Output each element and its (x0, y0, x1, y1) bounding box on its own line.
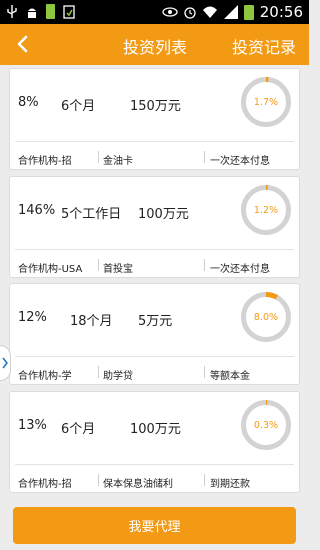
repayment-type: 等额本金 (210, 371, 250, 382)
divider (204, 151, 205, 163)
partner-org: 合作机构-招 (18, 156, 72, 167)
progress-label: 8.0% (253, 311, 279, 323)
progress-ring: 1.2% (240, 184, 292, 236)
term: 6个月 (61, 422, 96, 437)
repayment-type: 一次还本付息 (210, 264, 270, 275)
repayment-type: 一次还本付息 (210, 156, 270, 167)
annual-rate: 146% (18, 203, 56, 218)
signal-icon (223, 5, 238, 19)
divider (204, 366, 205, 378)
clock: 20:56 (259, 3, 303, 21)
amount: 150万元 (130, 99, 181, 114)
divider (204, 474, 205, 486)
amount: 100万元 (138, 207, 189, 222)
status-bar: 20:56 (0, 0, 309, 24)
annual-rate: 8% (18, 95, 39, 110)
eye-icon (162, 7, 178, 17)
notification-icon (63, 4, 75, 19)
divider (98, 259, 99, 271)
repayment-type: 到期还款 (210, 479, 250, 490)
battery-small-icon (46, 4, 55, 19)
progress-ring: 1.7% (240, 76, 292, 128)
divider (98, 474, 99, 486)
chevron-left-icon (17, 35, 28, 53)
amount: 100万元 (130, 422, 181, 437)
usb-icon (7, 4, 17, 18)
divider (98, 151, 99, 163)
progress-ring: 8.0% (240, 291, 292, 343)
partner-org: 合作机构-招 (18, 479, 72, 490)
product-name: 助学贷 (103, 371, 133, 382)
term: 5个工作日 (61, 207, 122, 222)
investment-record-button[interactable]: 投资记录 (232, 34, 296, 58)
app-header: 投资列表 投资记录 (0, 24, 309, 65)
partner-org: 合作机构-学 (18, 371, 72, 382)
progress-label: 0.3% (253, 419, 279, 431)
battery-icon (243, 4, 254, 20)
product-name: 首投宝 (103, 264, 133, 275)
chevron-right-icon (2, 357, 8, 369)
progress-label: 1.7% (253, 96, 279, 108)
annual-rate: 12% (18, 310, 47, 325)
wifi-icon (202, 6, 217, 18)
investment-card[interactable]: 12% 18个月 5万元 8.0% 合作机构-学 助学贷 等额本金 (9, 283, 300, 385)
divider (98, 366, 99, 378)
side-drawer-handle[interactable] (0, 345, 11, 381)
partner-org: 合作机构-USA (18, 264, 83, 275)
alarm-icon (184, 7, 196, 19)
android-debug-icon (28, 8, 36, 18)
amount: 5万元 (138, 314, 173, 329)
investment-card[interactable]: 8% 6个月 150万元 1.7% 合作机构-招 金油卡 一次还本付息 (9, 68, 300, 170)
term: 18个月 (70, 314, 113, 329)
become-agent-button[interactable]: 我要代理 (13, 507, 296, 544)
progress-label: 1.2% (253, 204, 279, 216)
divider (204, 259, 205, 271)
term: 6个月 (61, 99, 96, 114)
page-title: 投资列表 (123, 38, 188, 57)
product-name: 保本保息油储利 (103, 479, 173, 490)
annual-rate: 13% (18, 418, 47, 433)
investment-card[interactable]: 146% 5个工作日 100万元 1.2% 合作机构-USA 首投宝 一次还本付… (9, 176, 300, 278)
product-name: 金油卡 (103, 156, 133, 167)
investment-card[interactable]: 13% 6个月 100万元 0.3% 合作机构-招 保本保息油储利 到期还款 (9, 391, 300, 493)
back-button[interactable] (12, 31, 32, 57)
progress-ring: 0.3% (240, 399, 292, 451)
